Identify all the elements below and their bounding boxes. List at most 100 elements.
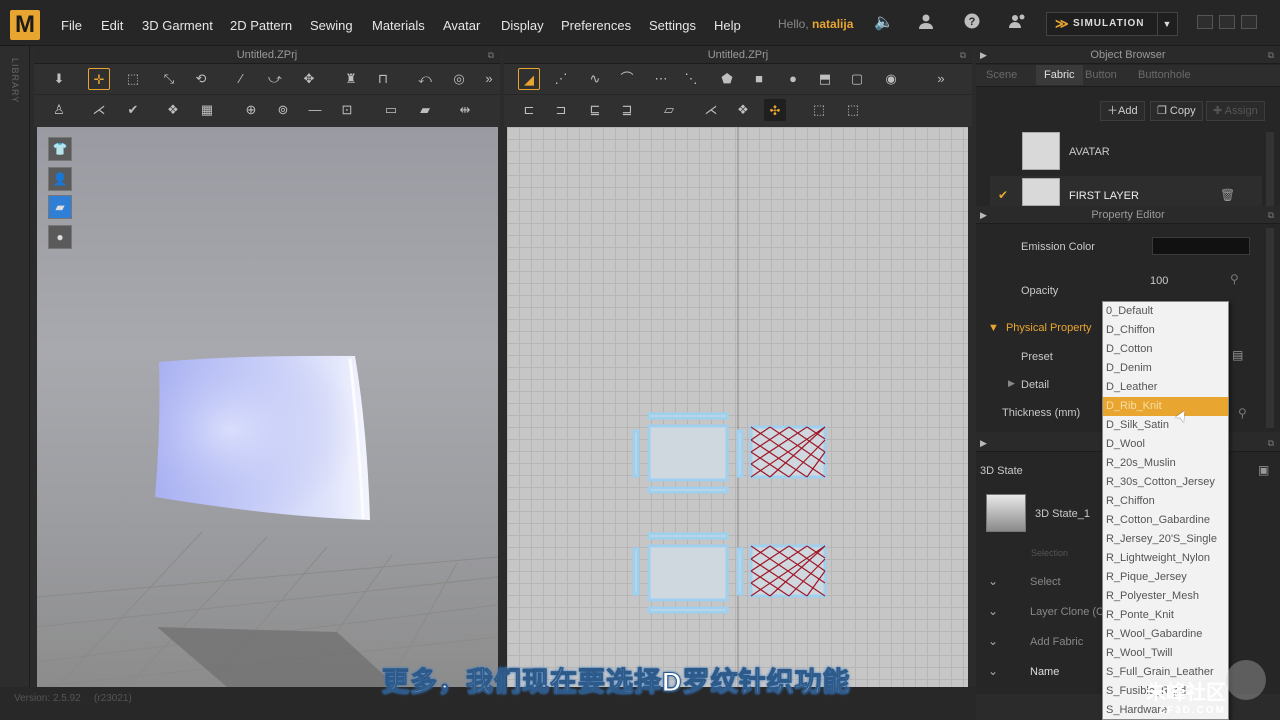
notch-tool-icon[interactable]: ⬚ xyxy=(808,99,830,121)
detach-icon[interactable]: ⧉ xyxy=(1268,434,1274,452)
scrollbar[interactable] xyxy=(1266,228,1274,428)
menu-help[interactable]: Help xyxy=(714,18,741,33)
copy-button[interactable]: ❐ Copy xyxy=(1150,101,1203,121)
transform-tool-icon[interactable]: ⤡ xyxy=(158,68,180,90)
check-sewing-icon[interactable]: ⊑ xyxy=(584,99,606,121)
pattern-tool-icon[interactable]: ▦ xyxy=(196,99,218,121)
preset-option[interactable]: D_Rib_Knit xyxy=(1103,397,1228,416)
add-state-icon[interactable]: ▣ xyxy=(1258,463,1269,477)
fold-tool-icon[interactable]: ⤻ xyxy=(264,68,286,90)
garment-view-icon[interactable]: 👕 xyxy=(48,137,72,161)
viewport-2d[interactable] xyxy=(507,127,968,687)
fabric-tool-icon[interactable]: ❖ xyxy=(162,99,184,121)
preset-option[interactable]: R_Cotton_Gabardine xyxy=(1103,511,1228,530)
fabric-swatch-avatar[interactable] xyxy=(1022,132,1060,170)
edit-point-tool-icon[interactable]: ⋰ xyxy=(550,68,572,90)
preset-option[interactable]: D_Chiffon xyxy=(1103,321,1228,340)
tab-button[interactable]: Button xyxy=(1085,69,1117,81)
state-row-add-fabric[interactable]: ⌄ Add Fabric xyxy=(988,634,1083,648)
topstitch-tool-icon[interactable]: ▭ xyxy=(380,99,402,121)
curve-point-tool-icon[interactable]: ⌒ xyxy=(616,68,638,90)
help-icon[interactable]: ? xyxy=(962,13,982,35)
zipper-tool-icon[interactable]: ⇹ xyxy=(454,99,476,121)
preset-option[interactable]: D_Leather xyxy=(1103,378,1228,397)
free-sewing-icon[interactable]: ⊐ xyxy=(550,99,572,121)
preset-option[interactable]: R_Wool_Twill xyxy=(1103,644,1228,663)
physical-property-header[interactable]: ▼ Physical Property xyxy=(988,322,1092,334)
add-point-tool-icon[interactable]: ⋯ xyxy=(650,68,672,90)
menu-3d-garment[interactable]: 3D Garment xyxy=(142,18,213,33)
menu-file[interactable]: File xyxy=(61,18,82,33)
detach-icon[interactable]: ⧉ xyxy=(1268,206,1274,224)
user-icon[interactable] xyxy=(916,13,936,35)
avatar-view-icon[interactable]: 👤 xyxy=(48,167,72,191)
collapse-icon[interactable]: ▶ xyxy=(980,438,987,449)
pleat-tool-icon[interactable]: ⋌ xyxy=(700,99,722,121)
trash-icon[interactable]: 🗑 xyxy=(1220,188,1235,202)
menu-2d-pattern[interactable]: 2D Pattern xyxy=(230,18,292,33)
avatar-pose-icon[interactable]: ♙ xyxy=(48,99,70,121)
internal-polygon-tool-icon[interactable]: ⬒ xyxy=(814,68,836,90)
rotate-tool-icon[interactable]: ⟲ xyxy=(190,68,212,90)
preset-option[interactable]: D_Cotton xyxy=(1103,340,1228,359)
preset-dropdown-list[interactable]: 0_Default D_Chiffon D_Cotton D_Denim D_Leath… xyxy=(1102,301,1229,720)
preset-option[interactable]: R_Pique_Jersey xyxy=(1103,568,1228,587)
save-preset-icon[interactable]: ▤ xyxy=(1232,348,1243,362)
annotation-tool-icon[interactable]: ⬚ xyxy=(842,99,864,121)
detach-icon[interactable]: ⧉ xyxy=(1268,46,1274,64)
viewport-3d[interactable]: 👕 👤 ▰ ● xyxy=(37,127,498,687)
tape-tool-icon[interactable]: ⤺ xyxy=(414,68,436,90)
chevron-down-icon[interactable]: ▼ xyxy=(1157,13,1177,35)
layer-tool-icon[interactable]: ⊓ xyxy=(372,68,394,90)
emission-color-swatch[interactable] xyxy=(1152,237,1250,255)
assign-button[interactable]: ✚ Assign xyxy=(1206,101,1265,121)
maximize-button[interactable] xyxy=(1219,15,1235,29)
preset-option[interactable]: R_Lightweight_Nylon xyxy=(1103,549,1228,568)
detach-icon[interactable]: ⧉ xyxy=(960,46,966,64)
minimize-button[interactable] xyxy=(1197,15,1213,29)
edit-curve-tool-icon[interactable]: ∿ xyxy=(584,68,606,90)
line-tool-icon[interactable]: — xyxy=(304,99,326,121)
scroll-top-icon[interactable] xyxy=(1226,660,1266,700)
tab-fabric[interactable]: Fabric xyxy=(1036,65,1083,85)
pin-icon[interactable]: ⚲ xyxy=(1238,406,1247,420)
edit-pattern-tool-icon[interactable]: ◢ xyxy=(518,68,540,90)
measure-tool-icon[interactable]: ◎ xyxy=(448,68,470,90)
tab-buttonhole[interactable]: Buttonhole xyxy=(1138,69,1191,81)
community-icon[interactable] xyxy=(1008,13,1028,35)
grainline-tool-icon[interactable]: ✣ xyxy=(764,99,786,121)
internal-rect-tool-icon[interactable]: ▢ xyxy=(846,68,868,90)
fabric-item-first-layer[interactable]: ✔ FIRST LAYER 🗑 xyxy=(990,176,1262,206)
menu-settings[interactable]: Settings xyxy=(649,18,696,33)
menu-avatar[interactable]: Avatar xyxy=(443,18,480,33)
puckering-tool-icon[interactable]: ▰ xyxy=(414,99,436,121)
rectangle-tool-icon[interactable]: ■ xyxy=(748,68,770,90)
preset-option[interactable]: 0_Default xyxy=(1103,302,1228,321)
body-view-icon[interactable]: ● xyxy=(48,225,72,249)
state-row-select[interactable]: ⌄ Select xyxy=(988,574,1061,588)
preset-option[interactable]: R_20s_Muslin xyxy=(1103,454,1228,473)
tack-tool-icon[interactable]: ⊒ xyxy=(616,99,638,121)
trace-tool-icon[interactable]: ▱ xyxy=(658,99,680,121)
arrow-down-tool-icon[interactable]: ⬇ xyxy=(48,68,70,90)
scrollbar[interactable] xyxy=(1266,132,1274,206)
state-row-layer-clone[interactable]: ⌄ Layer Clone (C xyxy=(988,604,1104,618)
select-box-tool-icon[interactable]: ⬚ xyxy=(122,68,144,90)
button-tool-icon[interactable]: ⊕ xyxy=(240,99,262,121)
menu-sewing[interactable]: Sewing xyxy=(310,18,353,33)
add-button[interactable]: ＋Add xyxy=(1100,101,1145,121)
preset-option[interactable]: R_Polyester_Mesh xyxy=(1103,587,1228,606)
pin-icon[interactable]: ⚲ xyxy=(1230,272,1239,286)
collapse-icon[interactable]: ▶ xyxy=(980,210,987,221)
chevron-right-icon[interactable]: ▶ xyxy=(1008,378,1015,389)
preset-option[interactable]: D_Silk_Satin xyxy=(1103,416,1228,435)
more-tools-icon[interactable]: » xyxy=(934,68,948,90)
simulation-button[interactable]: ≫ SIMULATION ▼ xyxy=(1046,12,1178,36)
segment-tool-icon[interactable]: ⋱ xyxy=(680,68,702,90)
state-thumbnail[interactable] xyxy=(986,494,1026,532)
pin-tool-icon[interactable]: ✥ xyxy=(298,68,320,90)
garment-tool-icon[interactable]: ♜ xyxy=(340,68,362,90)
volume-icon[interactable]: 🔈 xyxy=(874,13,894,33)
preset-option[interactable]: R_Jersey_20'S_Single xyxy=(1103,530,1228,549)
menu-preferences[interactable]: Preferences xyxy=(561,18,631,33)
